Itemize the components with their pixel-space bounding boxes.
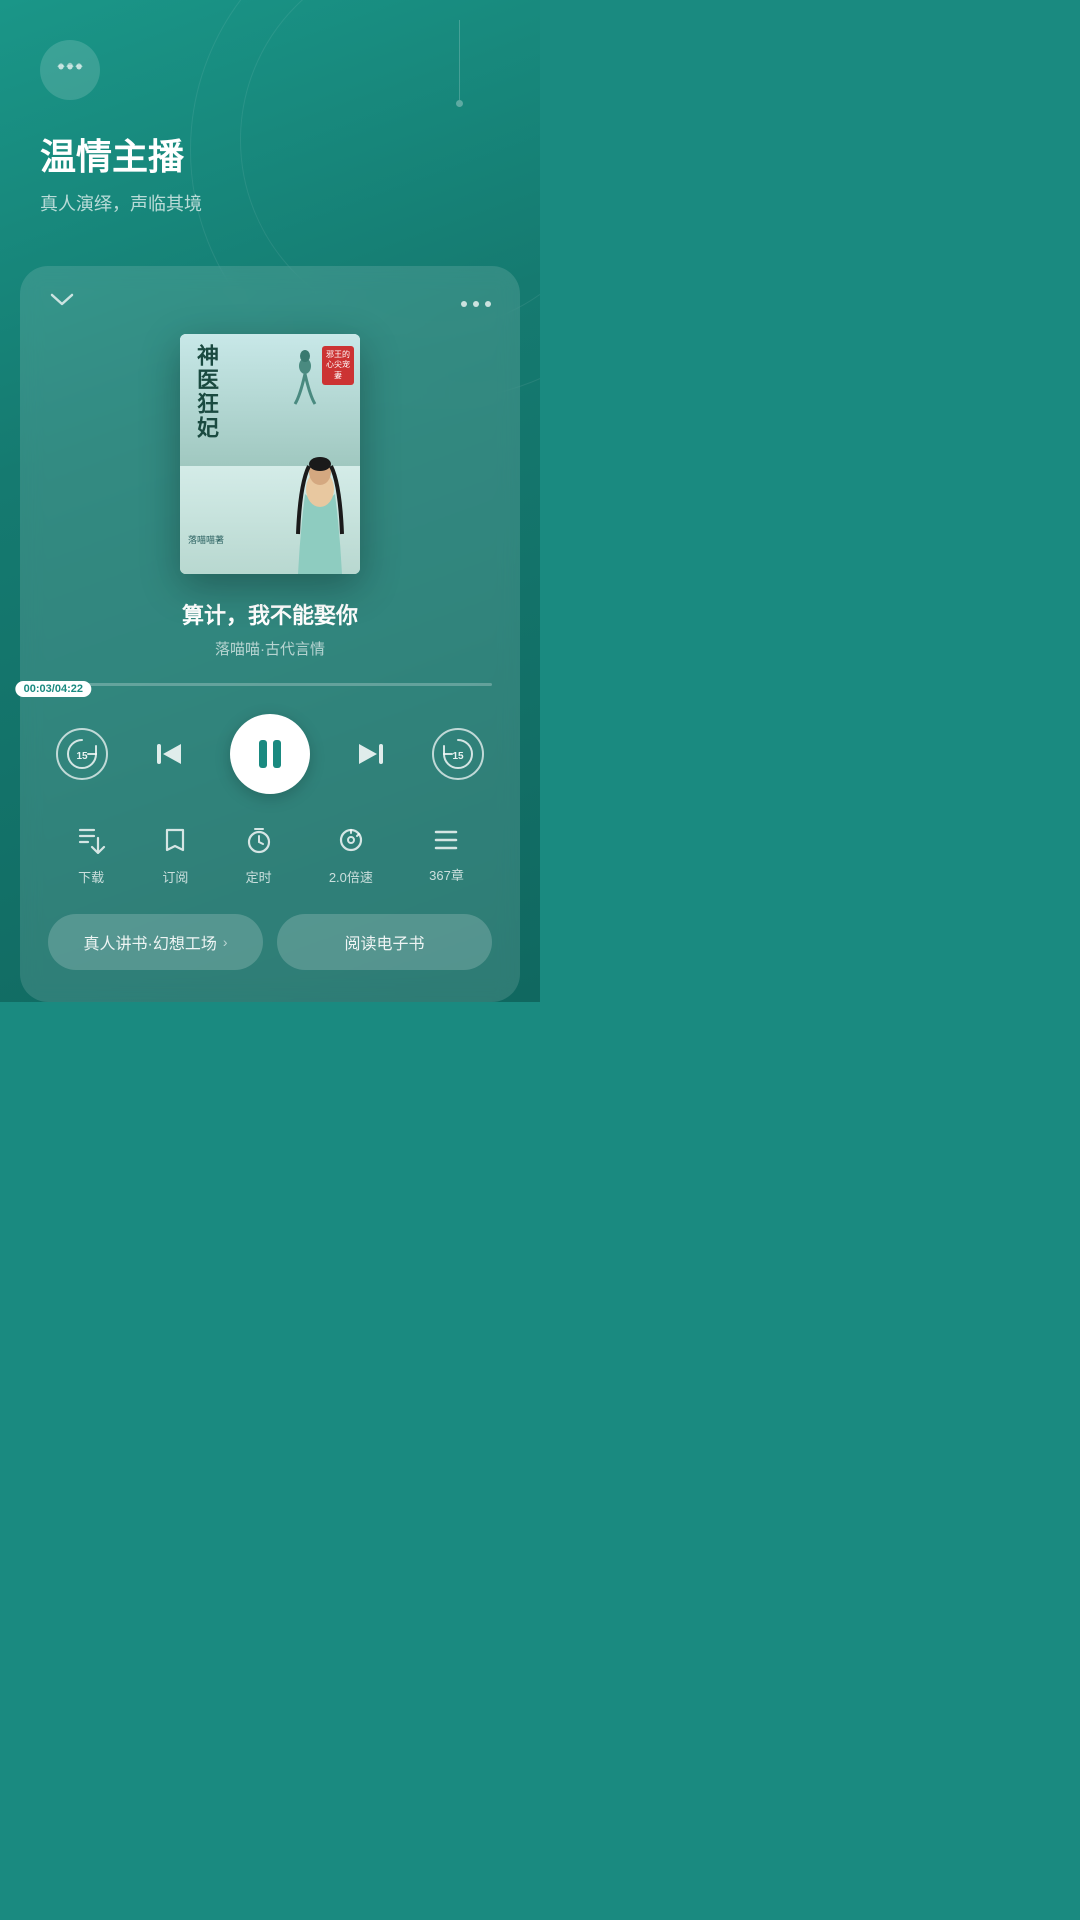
svg-text:15: 15 xyxy=(452,751,464,762)
download-icon xyxy=(76,826,106,861)
collapse-button[interactable] xyxy=(48,290,76,314)
book-badge: 邪王的心尖宠妻 xyxy=(322,346,354,385)
song-title: 算计，我不能娶你 xyxy=(48,598,492,630)
forward-button[interactable]: 15 xyxy=(432,728,484,780)
book-title-text: 神医狂妃 xyxy=(190,344,222,440)
playback-controls: 15 xyxy=(48,714,492,794)
page-title: 温情主播 xyxy=(40,128,500,180)
page-subtitle: 真人演绎，声临其境 xyxy=(40,190,500,216)
deco-line xyxy=(459,20,460,100)
speed-icon xyxy=(337,826,365,861)
chapters-label: 367章 xyxy=(429,865,464,884)
audio-wave-icon xyxy=(55,56,85,84)
background: 温情主播 真人演绎，声临其境 xyxy=(0,0,540,1002)
card-header xyxy=(48,290,492,314)
speed-button[interactable]: 2.0倍速 xyxy=(329,826,373,886)
next-button[interactable] xyxy=(353,736,389,772)
subscribe-label: 订阅 xyxy=(162,867,188,886)
human-narration-button[interactable]: 真人讲书·幻想工场 › xyxy=(48,914,263,970)
download-label: 下载 xyxy=(78,867,104,886)
chapters-button[interactable]: 367章 xyxy=(429,828,464,884)
deco-dot xyxy=(456,100,463,107)
pause-icon xyxy=(259,740,281,768)
play-pause-button[interactable] xyxy=(230,714,310,794)
time-badge: 00:03/04:22 xyxy=(16,681,91,697)
download-button[interactable]: 下载 xyxy=(76,826,106,886)
song-meta: 落喵喵·古代言情 xyxy=(48,638,492,659)
pill1-label: 真人讲书·幻想工场 xyxy=(83,930,216,954)
book-cover: 神医狂妃 邪王的心尖宠妻 落喵喵著 xyxy=(180,334,360,574)
bottom-pills: 真人讲书·幻想工场 › 阅读电子书 xyxy=(48,914,492,970)
speed-label: 2.0倍速 xyxy=(329,867,373,886)
subscribe-button[interactable]: 订阅 xyxy=(162,826,188,886)
timer-label: 定时 xyxy=(246,867,272,886)
timer-icon xyxy=(245,826,273,861)
action-buttons: 下载 订阅 定时 xyxy=(48,826,492,886)
player-card: 神医狂妃 邪王的心尖宠妻 落喵喵著 xyxy=(20,266,520,1002)
progress-track[interactable]: 00:03/04:22 xyxy=(48,683,492,686)
timer-button[interactable]: 定时 xyxy=(245,826,273,886)
pill1-arrow: › xyxy=(223,934,228,950)
chapters-icon xyxy=(432,828,460,859)
svg-text:15: 15 xyxy=(76,751,88,762)
book-cover-wrapper: 神医狂妃 邪王的心尖宠妻 落喵喵著 xyxy=(48,334,492,574)
logo-circle[interactable] xyxy=(40,40,100,100)
rewind-button[interactable]: 15 xyxy=(56,728,108,780)
read-ebook-button[interactable]: 阅读电子书 xyxy=(277,914,492,970)
prev-button[interactable] xyxy=(151,736,187,772)
progress-container[interactable]: 00:03/04:22 xyxy=(48,683,492,686)
book-author-label: 落喵喵著 xyxy=(188,533,224,546)
subscribe-icon xyxy=(162,826,188,861)
more-button[interactable] xyxy=(460,291,492,314)
pill2-label: 阅读电子书 xyxy=(344,930,424,954)
